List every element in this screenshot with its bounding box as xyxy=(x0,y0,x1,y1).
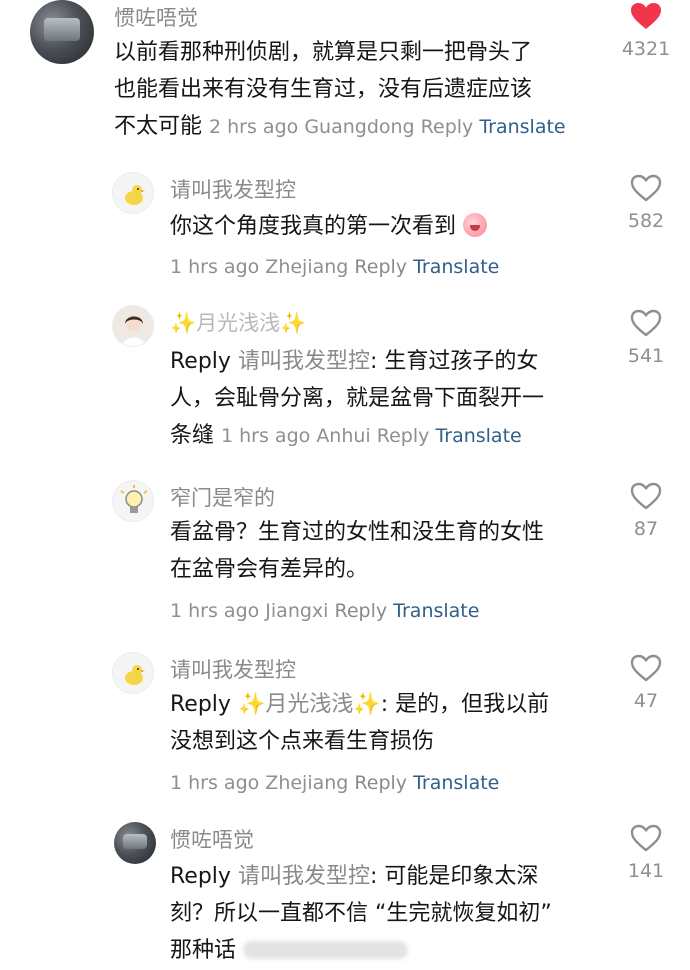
comment-line: 以前看那种刑侦剧，就算是只剩一把骨头了 xyxy=(114,40,533,65)
comment-location: Jiangxi xyxy=(265,600,329,622)
duck-avatar-icon xyxy=(125,665,145,685)
comment-meta: 2 hrs ago Guangdong Reply Translate xyxy=(209,116,566,138)
translate-button[interactable]: Translate xyxy=(393,600,479,622)
reply-button[interactable]: Reply xyxy=(354,256,407,278)
comment-line: 刻？所以一直都不信 “生完就恢复如初” xyxy=(170,901,552,926)
heart-outline-icon xyxy=(630,654,662,682)
comment-line: 没想到这个点来看生育损伤 xyxy=(170,729,435,754)
comment-line: 人，会耻骨分离，就是盆骨下面裂开一 xyxy=(170,386,545,411)
comment-time: 1 hrs ago xyxy=(170,600,260,622)
comment-location: Zhejiang xyxy=(265,772,349,794)
avatar[interactable] xyxy=(30,0,94,64)
like-count: 4321 xyxy=(621,38,671,60)
comment-line-text: 不太可能 xyxy=(114,114,203,139)
comment-time: 1 hrs ago xyxy=(221,425,311,447)
comment-username[interactable]: ✨月光浅浅✨ xyxy=(170,307,306,337)
reply-prefix: Reply xyxy=(170,692,231,717)
like-count: 541 xyxy=(627,345,665,367)
like-button[interactable]: 47 xyxy=(616,654,676,712)
comment-line: 你这个角度我真的第一次看到 xyxy=(170,208,610,245)
avatar[interactable] xyxy=(112,172,154,214)
like-count: 141 xyxy=(627,860,665,882)
comment-username[interactable]: 惯咗唔觉 xyxy=(170,824,254,854)
comment-line: 也能看出来有没有生育过，没有后遗症应该 xyxy=(114,77,533,102)
comment-line-text: : 可能是印象太深 xyxy=(369,864,539,889)
heart-outline-icon xyxy=(630,309,662,337)
comment-line: Reply 请叫我发型控: 可能是印象太深 xyxy=(170,858,610,895)
avatar[interactable] xyxy=(114,822,156,864)
comment-meta: 1 hrs ago Zhejiang Reply Translate xyxy=(170,256,499,278)
reply-target[interactable]: 请叫我发型控 xyxy=(238,349,370,374)
translate-button[interactable]: Translate xyxy=(435,425,521,447)
comment-line-text: 那种话 xyxy=(170,938,237,963)
reply-button[interactable]: Reply xyxy=(335,600,388,622)
lightbulb-avatar-icon xyxy=(120,485,148,513)
comment-location: Guangdong xyxy=(304,116,415,138)
comment-time: 1 hrs ago xyxy=(170,772,260,794)
comment-meta: 1 hrs ago Zhejiang Reply Translate xyxy=(170,772,499,794)
like-button[interactable]: 541 xyxy=(616,309,676,367)
duck-avatar-icon xyxy=(125,185,145,205)
reply-button[interactable]: Reply xyxy=(421,116,474,138)
heart-outline-icon xyxy=(630,174,662,202)
comment-text: 看盆骨？生育过的女性和没生育的女性 在盆骨会有差异的。 xyxy=(170,514,610,588)
comment-text: Reply ✨月光浅浅✨: 是的，但我以前 没想到这个点来看生育损伤 xyxy=(170,686,610,760)
comment-time: 2 hrs ago xyxy=(209,116,299,138)
translate-button[interactable]: Translate xyxy=(479,116,565,138)
comment-line: 看盆骨？生育过的女性和没生育的女性 xyxy=(170,520,545,545)
comment-line: Reply 请叫我发型控: 生育过孩子的女 xyxy=(170,343,610,380)
comment-line-text: 条缝 xyxy=(170,423,215,448)
comment-line: 条缝 1 hrs ago Anhui Reply Translate xyxy=(170,417,610,455)
crying-emoji-icon xyxy=(463,213,488,237)
avatar[interactable] xyxy=(112,480,154,522)
comment-username[interactable]: 请叫我发型控 xyxy=(170,174,296,204)
like-count: 582 xyxy=(627,210,665,232)
comment-text: 以前看那种刑侦剧，就算是只剩一把骨头了 也能看出来有没有生育过，没有后遗症应该 … xyxy=(114,34,614,146)
heart-filled-icon xyxy=(631,3,661,29)
like-button[interactable]: 87 xyxy=(616,482,676,540)
comment-text: Reply 请叫我发型控: 可能是印象太深 刻？所以一直都不信 “生完就恢复如初… xyxy=(170,858,610,969)
comment-meta: 1 hrs ago Jiangxi Reply Translate xyxy=(170,600,479,622)
translate-button[interactable]: Translate xyxy=(413,772,499,794)
reply-button[interactable]: Reply xyxy=(377,425,430,447)
reply-button[interactable]: Reply xyxy=(354,772,407,794)
like-button[interactable]: 4321 xyxy=(616,2,676,60)
comment-username[interactable]: 惯咗唔觉 xyxy=(114,2,198,32)
heart-outline-icon xyxy=(630,482,662,510)
comment-time: 1 hrs ago xyxy=(170,256,260,278)
reply-target[interactable]: ✨月光浅浅✨ xyxy=(238,692,381,717)
reply-target[interactable]: 请叫我发型控 xyxy=(238,864,370,889)
comment-text: Reply 请叫我发型控: 生育过孩子的女 人，会耻骨分离，就是盆骨下面裂开一 … xyxy=(170,343,610,455)
heart-outline-icon xyxy=(630,824,662,852)
comment-username-text: ✨月光浅浅✨ xyxy=(170,311,307,335)
comment-meta: 1 hrs ago Anhui Reply Translate xyxy=(221,425,522,447)
comment-line-text: : 是的，但我以前 xyxy=(380,692,550,717)
comment-line: 不太可能 2 hrs ago Guangdong Reply Translate xyxy=(114,108,614,146)
reply-prefix: Reply xyxy=(170,864,231,889)
comment-line-text: : 生育过孩子的女 xyxy=(369,349,539,374)
like-count: 87 xyxy=(633,518,659,540)
comment-location: Zhejiang xyxy=(265,256,349,278)
girl-avatar-icon xyxy=(122,315,146,346)
comment-line: 那种话 xyxy=(170,932,610,969)
comment-username[interactable]: 请叫我发型控 xyxy=(170,654,296,684)
watermark-blur xyxy=(243,941,409,959)
reply-prefix: Reply xyxy=(170,349,231,374)
like-count: 47 xyxy=(633,690,659,712)
like-button[interactable]: 141 xyxy=(616,824,676,882)
avatar[interactable] xyxy=(112,305,154,347)
comment-line-text: 你这个角度我真的第一次看到 xyxy=(170,214,457,239)
comment-line: 在盆骨会有差异的。 xyxy=(170,557,369,582)
translate-button[interactable]: Translate xyxy=(413,256,499,278)
comment-line: Reply ✨月光浅浅✨: 是的，但我以前 xyxy=(170,686,610,723)
comment-text: 你这个角度我真的第一次看到 xyxy=(170,208,610,245)
like-button[interactable]: 582 xyxy=(616,174,676,232)
comment-location: Anhui xyxy=(316,425,371,447)
comment-username[interactable]: 窄门是窄的 xyxy=(170,482,275,512)
avatar[interactable] xyxy=(112,652,154,694)
